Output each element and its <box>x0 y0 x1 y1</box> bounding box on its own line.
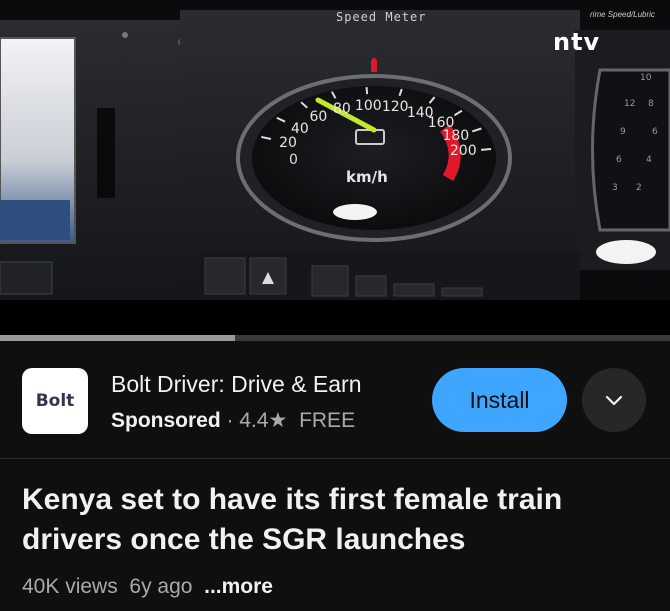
gauge-tick-label: 120 <box>381 99 409 116</box>
video-title[interactable]: Kenya set to have its first female train… <box>22 480 642 560</box>
gauge-tick-label: 180 <box>442 128 470 145</box>
channel-ticker: rime Speed/Lubric <box>590 10 655 19</box>
divider <box>0 458 670 459</box>
gauge-tick <box>481 148 492 151</box>
gauge-tick-label: 200 <box>449 143 477 160</box>
app-icon-text: Bolt <box>35 391 75 411</box>
app-rating: 4.4★ <box>239 409 288 432</box>
gauge-tick-label: 60 <box>309 109 328 126</box>
ad-meta: Sponsored · 4.4★ FREE <box>111 408 355 433</box>
gauge-tick <box>365 87 369 95</box>
video-meta: 40K views 6y ago ...more <box>22 575 273 599</box>
more-button[interactable]: ...more <box>204 575 273 598</box>
gauge-tick-label: 80 <box>332 101 351 118</box>
channel-logo: ntv <box>553 28 601 56</box>
install-button[interactable]: Install <box>432 368 567 432</box>
app-icon[interactable]: Bolt <box>22 368 88 434</box>
chevron-down-icon <box>605 395 623 406</box>
svg-text:2: 2 <box>636 183 642 193</box>
view-count: 40K views <box>22 575 118 598</box>
svg-text:8: 8 <box>648 99 654 109</box>
svg-text:9: 9 <box>620 127 626 137</box>
sponsored-label: Sponsored <box>111 409 221 432</box>
speed-meter-label: Speed Meter <box>336 10 427 24</box>
ad-card <box>0 341 670 458</box>
svg-text:10: 10 <box>640 73 652 83</box>
app-price: FREE <box>299 409 356 432</box>
svg-text:6: 6 <box>616 155 622 165</box>
svg-text:12: 12 <box>624 99 635 109</box>
svg-text:3: 3 <box>612 183 618 193</box>
svg-text:6: 6 <box>652 127 658 137</box>
gauge-tick-label: 20 <box>279 134 297 151</box>
ad-app-title[interactable]: Bolt Driver: Drive & Earn <box>111 371 362 398</box>
gauge-zero: 0 <box>289 152 298 168</box>
upload-age: 6y ago <box>129 575 193 598</box>
expand-ad-button[interactable] <box>582 368 646 432</box>
gauge-tick-label: 100 <box>354 98 382 115</box>
meta-separator: · <box>220 409 240 432</box>
video-player[interactable]: 10 12 8 9 6 6 4 3 2 Speed Meter ntv rime Speed… <box>0 0 670 335</box>
gauge-unit: km/h <box>346 168 388 186</box>
svg-text:4: 4 <box>646 155 652 165</box>
gauge-tick-label: 40 <box>290 120 309 137</box>
